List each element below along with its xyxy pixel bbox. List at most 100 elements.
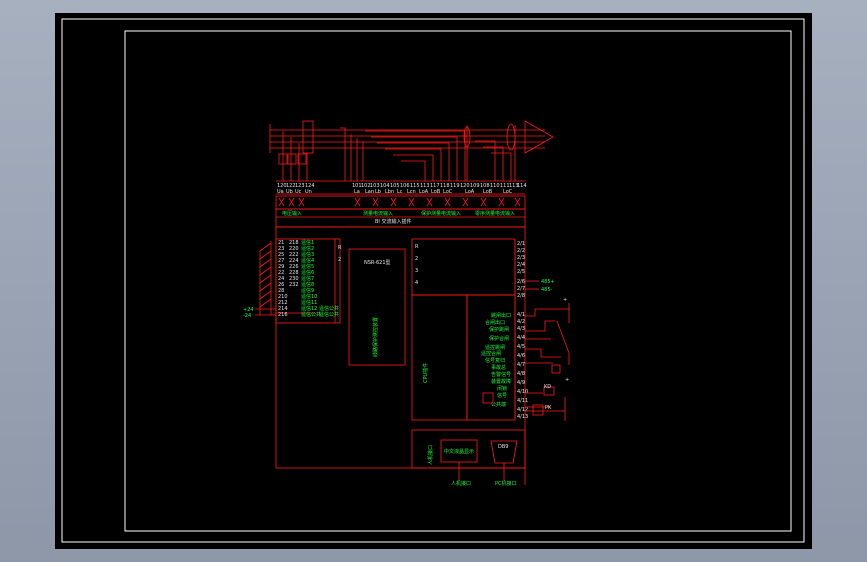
right-terminal-number: 4/3 [517,326,525,332]
right-terminal-number: 4/2 [517,319,525,325]
output-label: 信号复归 [485,357,505,364]
ct-wiring [340,125,516,181]
output-label: 保护合闸 [489,335,509,342]
output-label: 装置故障 [491,378,511,385]
cad-drawing: 120 122 123 124 101 102 103 104 105 106 … [61,18,805,543]
current2-header: 保护测量电流输入 [421,210,461,217]
right-terminal-number: 4/8 [517,371,525,377]
output-label: 信号 [497,392,507,399]
left-signal-label: 遥信4 [301,257,314,264]
terminal-sublabel: LoB [483,189,493,195]
output-label: 事故总 [491,364,506,371]
left-signal-label: 遥信公共 [319,311,339,318]
right-terminal-number: 2/7 [517,286,525,292]
right-terminal-number: 4/7 [517,362,525,368]
right-terminal-number: 4/11 [517,398,528,404]
terminal-sublabel: Lc [397,189,403,195]
right-terminal-number: 2/2 [517,248,525,254]
terminal-sublabel: LoA [465,189,475,195]
current3-header: 零序测量电流输入 [475,210,515,217]
output-label: 遥控跳闸 [485,344,505,351]
module-subtitle: 线路保护测控装置 [372,317,379,357]
left-signal-label: 遥信公共 [301,311,321,318]
terminal-sublabel: LoC [443,189,453,195]
left-terminals: 21 23 25 27 29 22 24 26 28 210 212 214 2… [243,239,342,319]
left-signal-label: 遥信5 [301,263,314,270]
section-headers: 电压输入 测量电流输入 保护测量电流输入 零序测量电流输入 BI 交流输入插件 [275,208,526,228]
bottom-section: 中文液晶显示 DB9 人机接口 PC机接口 人机接口 [427,430,526,487]
left-signal-label: 遥信12 [301,305,317,312]
terminal-sublabel: Uc [295,189,302,195]
left-signal-label: 遥信1 [301,239,314,246]
module-title: NSR-621型 [364,259,391,266]
pk-label: PK [545,405,552,411]
cpu-letter: 4 [415,280,418,286]
left-signal-label: 遥信7 [301,275,314,282]
right-terminal-number: 4/4 [517,335,525,341]
bus-header: BI 交流输入插件 [375,218,412,225]
left-letter: 2 [338,257,341,263]
inner-frame [124,30,792,532]
terminal-sublabel: Lcn [407,189,416,195]
port-caption: PC机接口 [495,480,517,487]
terminal-row: 120 122 123 124 101 102 103 104 105 106 … [276,180,527,195]
left-signal-label: 遥信10 [301,293,317,300]
right-terminal-number: 4/1 [517,312,525,318]
cpu-section: R 2 3 4 CPU插件 [415,244,429,383]
output-label: 遥控合闸 [481,350,501,357]
left-signal-label: 遥信6 [301,269,314,276]
right-terminal-number: 2/5 [517,269,525,275]
left-letter: R [338,245,342,251]
right-terminal-number: 4/6 [517,353,525,359]
terminal-sublabel: LoB [431,189,441,195]
output-label: 闭锁 [497,385,507,392]
terminal-sublabel: Ub [286,189,293,195]
display-label: 中文液晶显示 [444,448,474,455]
terminal-sublabel: Un [305,189,312,195]
right-terminal-number: 4/12 [517,407,528,413]
minus-24-label: -24 [243,313,251,319]
plus-label: + [563,297,567,303]
left-signal-label: 遥信8 [301,281,314,288]
side-label: 人机接口 [427,445,434,465]
right-terminal-number: 2/4 [517,262,525,268]
net-a-label: 485+ [541,279,555,285]
left-terminal-number: 232 [289,282,299,288]
nsr-module: NSR-621型 线路保护测控装置 [364,259,391,357]
net-b-label: 485- [541,287,553,293]
left-signal-label: 遥信9 [301,287,314,294]
right-terminal-number: 4/5 [517,344,525,350]
right-terminal-number: 4/10 [517,389,528,395]
terminal-sublabel: LoA [419,189,429,195]
current1-header: 测量电流输入 [363,210,393,217]
output-label: 合闸出口 [485,319,505,326]
terminal-sublabel: LoC [503,189,513,195]
kd-label: KD [544,384,551,390]
voltage-header: 电压输入 [282,210,302,217]
cpu-label: CPU插件 [422,363,429,383]
right-terminal-number: 2/1 [517,241,525,247]
terminal-sublabel: Lan [365,189,374,195]
right-terminal-number: 2/3 [517,255,525,261]
cpu-letter: 2 [415,256,418,262]
output-label: 告警信号 [491,371,511,378]
terminal-sublabel: Lb [375,189,381,195]
db9-label: DB9 [498,444,508,450]
left-terminal-number: 216 [278,312,288,318]
right-terminal-number: 4/9 [517,380,525,386]
terminal-sublabel: La [354,189,360,195]
right-terminal-number: 2/8 [517,293,525,299]
right-terminal-number: 2/6 [517,279,525,285]
panel-label: 人机接口 [451,480,471,487]
left-signal-label: 遥信公共 [319,305,339,312]
left-signal-label: 遥信11 [301,299,317,306]
drawing-canvas: 120 122 123 124 101 102 103 104 105 106 … [55,13,812,549]
left-signal-label: 遥信3 [301,251,314,258]
terminal-number: 114 [517,183,527,189]
cpu-letter: 3 [415,268,418,274]
cpu-letter: R [415,244,419,250]
terminal-sublabel: Lbn [385,189,394,195]
terminal-sublabel: Ua [277,189,284,195]
left-signal-label: 遥信2 [301,245,314,252]
output-label: 保护跳闸 [489,326,509,333]
